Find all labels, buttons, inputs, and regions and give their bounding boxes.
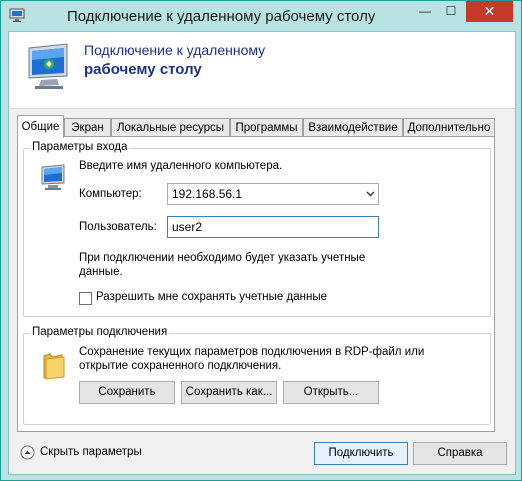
- login-settings-title: Параметры входа: [30, 141, 130, 153]
- tab-display[interactable]: Экран: [64, 118, 111, 137]
- tab-general[interactable]: Общие: [17, 115, 64, 138]
- banner-title-line2: рабочему столу: [84, 61, 202, 78]
- credentials-note-line1: При подключении необходимо будет указать…: [79, 252, 366, 264]
- close-button[interactable]: ✕: [466, 1, 513, 22]
- save-as-button[interactable]: Сохранить как...: [181, 381, 277, 404]
- computer-combobox[interactable]: 192.168.56.1: [167, 183, 379, 205]
- connection-settings-title: Параметры подключения: [30, 326, 170, 338]
- computer-label: Компьютер:: [79, 188, 142, 200]
- chevron-up-circle-icon[interactable]: [20, 445, 35, 460]
- connection-settings-group: Параметры подключения Сохранение текущих…: [23, 326, 491, 425]
- minimize-button[interactable]: —: [412, 1, 438, 22]
- connect-button[interactable]: Подключить: [314, 442, 408, 465]
- tab-programs[interactable]: Программы: [230, 118, 303, 137]
- user-input[interactable]: user2: [167, 216, 379, 238]
- credentials-note-line2: данные.: [79, 266, 123, 278]
- connection-desc-line1: Сохранение текущих параметров подключени…: [79, 346, 425, 358]
- computer-icon: [41, 164, 65, 190]
- help-button[interactable]: Справка: [413, 442, 507, 465]
- computer-value: 192.168.56.1: [172, 187, 243, 201]
- save-credentials-label[interactable]: Разрешить мне сохранять учетные данные: [96, 291, 327, 303]
- tab-local-resources[interactable]: Локальные ресурсы: [111, 118, 230, 137]
- header-banner: Подключение к удаленному рабочему столу: [9, 32, 515, 109]
- save-credentials-checkbox[interactable]: [79, 292, 92, 305]
- dialog-client-area: Подключение к удаленному рабочему столу …: [8, 31, 516, 475]
- rdp-window: Подключение к удаленному рабочему столу …: [0, 0, 522, 481]
- tab-experience[interactable]: Взаимодействие: [303, 118, 403, 137]
- open-button[interactable]: Открыть...: [283, 381, 379, 404]
- banner-title-line1: Подключение к удаленному: [84, 42, 266, 58]
- app-icon[interactable]: [9, 8, 25, 23]
- save-button[interactable]: Сохранить: [79, 381, 175, 404]
- remote-desktop-monitor-icon: [28, 43, 68, 89]
- computer-name-hint: Введите имя удаленного компьютера.: [79, 160, 283, 172]
- user-value: user2: [172, 220, 203, 234]
- hide-options-link[interactable]: Скрыть параметры: [40, 446, 142, 458]
- folder-icon: [43, 353, 65, 380]
- user-label: Пользователь:: [79, 221, 157, 233]
- chevron-down-icon[interactable]: [365, 188, 376, 199]
- login-settings-group: Параметры входа Введите имя удаленного к…: [23, 141, 491, 317]
- tab-advanced[interactable]: Дополнительно: [403, 118, 495, 137]
- tab-panel-general: Параметры входа Введите имя удаленного к…: [17, 136, 495, 432]
- window-title: Подключение к удаленному рабочему столу: [67, 8, 376, 25]
- maximize-button[interactable]: ☐: [438, 1, 464, 22]
- title-bar[interactable]: Подключение к удаленному рабочему столу …: [1, 1, 521, 31]
- connection-desc-line2: открытие сохраненного подключения.: [79, 360, 282, 372]
